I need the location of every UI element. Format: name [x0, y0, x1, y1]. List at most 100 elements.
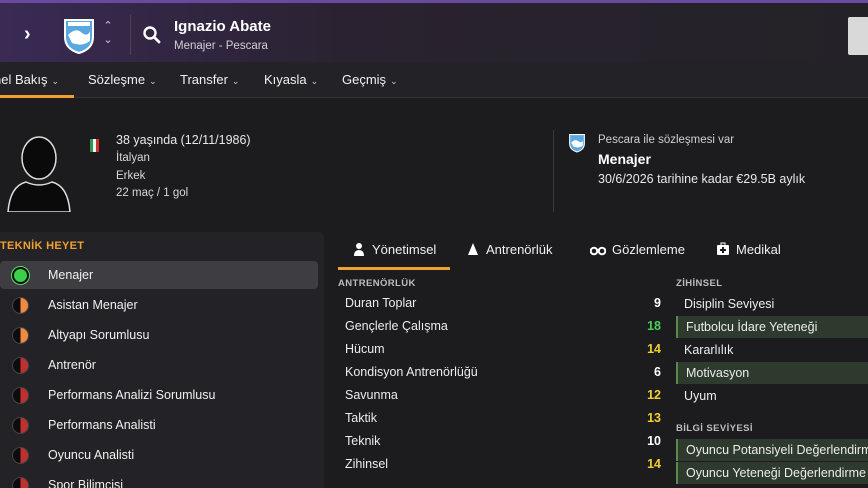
tab-medical[interactable]: Medikal	[716, 242, 781, 257]
attribute-name: Kararlılık	[684, 343, 734, 357]
games-text: 22 maç / 1 gol	[116, 187, 189, 199]
top-bar: › ⌃ ⌄ Ignazio Abate Menajer - Pescara	[0, 0, 868, 62]
status-indicator-icon	[12, 447, 29, 464]
divider	[130, 15, 131, 55]
tab-overview[interactable]: nel Bakış⌄	[0, 72, 59, 87]
attribute-name: Oyuncu Yeteneği Değerlendirme	[686, 466, 866, 480]
tab-history[interactable]: Geçmiş ⌄	[342, 72, 398, 87]
attribute-name: Savunma	[345, 388, 398, 402]
staff-list-item[interactable]: Asistan Menajer	[0, 291, 318, 319]
medical-kit-icon	[716, 242, 730, 256]
attribute-name: Disiplin Seviyesi	[684, 297, 775, 311]
attribute-row[interactable]: Zihinsel 14	[345, 454, 663, 476]
attribute-row[interactable]: Gençlerle Çalışma 18	[345, 316, 663, 338]
divider	[553, 130, 554, 212]
staff-list-item[interactable]: Performans Analizi Sorumlusu	[0, 381, 318, 409]
status-indicator-icon	[12, 267, 29, 284]
attribute-value: 12	[647, 388, 661, 402]
staff-role-label: Spor Bilimcisi	[48, 478, 124, 488]
manager-icon	[352, 242, 366, 256]
club-crest-icon[interactable]	[568, 133, 586, 153]
contract-until: 30/6/2026 tarihine kadar €29.5B aylık	[598, 172, 806, 186]
attribute-value: 14	[647, 457, 661, 471]
attribute-name: Duran Toplar	[345, 296, 417, 310]
club-kit-icon[interactable]	[848, 17, 868, 55]
staff-role-label: Asistan Menajer	[48, 298, 138, 312]
chevron-down-icon: ⌄	[310, 76, 319, 86]
status-indicator-icon	[12, 417, 29, 434]
search-icon[interactable]	[142, 25, 162, 45]
staff-list-item[interactable]: Spor Bilimcisi	[0, 471, 318, 488]
chevron-down-icon: ⌄	[231, 76, 240, 86]
status-indicator-icon	[12, 387, 29, 404]
staff-role-label: Altyapı Sorumlusu	[48, 328, 150, 342]
attribute-row[interactable]: Duran Toplar 9	[345, 293, 663, 315]
contract-label: Pescara ile sözleşmesi var	[598, 134, 735, 146]
person-name: Ignazio Abate	[174, 18, 271, 35]
tab-managerial[interactable]: Yönetimsel	[352, 242, 436, 257]
attribute-row[interactable]: Kararlılık	[676, 339, 868, 361]
tab-scouting[interactable]: Gözlemleme	[589, 242, 685, 257]
up-down-arrows-icon[interactable]: ⌃ ⌄	[101, 19, 115, 51]
attribute-value: 18	[647, 319, 661, 333]
attribute-name: Oyuncu Potansiyeli Değerlendirm	[686, 443, 868, 457]
status-indicator-icon	[12, 327, 29, 344]
attribute-row[interactable]: Hücum 14	[345, 339, 663, 361]
attribute-name: Zihinsel	[345, 457, 389, 471]
attribute-row[interactable]: Uyum	[676, 385, 868, 407]
section-title-mental: ZİHİNSEL	[676, 278, 723, 289]
gender-text: Erkek	[116, 170, 146, 182]
staff-list-item[interactable]: Performans Analisti	[0, 411, 318, 439]
attribute-row[interactable]: Oyuncu Potansiyeli Değerlendirm	[676, 439, 868, 461]
staff-list-item[interactable]: Menajer	[0, 261, 318, 289]
attribute-row[interactable]: Teknik 10	[345, 431, 663, 453]
avatar	[6, 130, 72, 213]
staff-role-label: Menajer	[48, 268, 94, 282]
section-title-coaching: ANTRENÖRLÜK	[338, 278, 416, 289]
tabs-bar: nel Bakış⌄ Sözleşme⌄ Transfer⌄ Kıyasla⌄ …	[0, 62, 868, 98]
attribute-value: 6	[654, 365, 661, 379]
attribute-name: Teknik	[345, 434, 381, 448]
tab-transfer[interactable]: Transfer ⌄	[180, 72, 239, 87]
tab-coaching[interactable]: Antrenörlük	[466, 242, 552, 257]
attribute-value: 14	[647, 342, 661, 356]
attribute-row[interactable]: Taktik 13	[345, 408, 663, 430]
attribute-row[interactable]: Savunma 12	[345, 385, 663, 407]
tab-contract[interactable]: Sözleşme ⌄	[88, 72, 157, 87]
attribute-row[interactable]: Motivasyon	[676, 362, 868, 384]
attribute-row[interactable]: Futbolcu İdare Yeteneği	[676, 316, 868, 338]
cone-icon	[466, 242, 480, 256]
binoculars-icon	[589, 242, 607, 256]
staff-list-item[interactable]: Altyapı Sorumlusu	[0, 321, 318, 349]
age-text: 38 yaşında (12/11/1986)	[116, 133, 251, 147]
attribute-row[interactable]: Oyuncu Yeteneği Değerlendirme	[676, 462, 868, 484]
attribute-name: Kondisyon Antrenörlüğü	[345, 365, 478, 379]
staff-role-label: Antrenör	[48, 358, 96, 372]
italy-flag-icon	[90, 139, 99, 152]
active-tab-indicator	[338, 267, 450, 270]
attribute-name: Motivasyon	[686, 366, 750, 380]
attribute-row[interactable]: Kondisyon Antrenörlüğü 6	[345, 362, 663, 384]
forward-arrow-icon[interactable]: ›	[24, 23, 42, 47]
active-tab-indicator	[0, 95, 74, 98]
club-crest-icon[interactable]	[62, 17, 96, 55]
tab-compare[interactable]: Kıyasla ⌄	[264, 72, 318, 87]
section-title-knowledge: BİLGİ SEVİYESİ	[676, 423, 753, 434]
staff-list-item[interactable]: Oyuncu Analisti	[0, 441, 318, 469]
staff-role-label: Performans Analizi Sorumlusu	[48, 388, 216, 402]
attribute-name: Taktik	[345, 411, 377, 425]
chevron-down-icon: ⌄	[149, 76, 157, 86]
attribute-row[interactable]: Disiplin Seviyesi	[676, 293, 868, 315]
status-indicator-icon	[12, 297, 29, 314]
status-indicator-icon	[12, 477, 29, 488]
attribute-value: 9	[654, 296, 661, 310]
chevron-down-icon: ⌄	[390, 76, 398, 86]
attribute-name: Uyum	[684, 389, 717, 403]
status-indicator-icon	[12, 357, 29, 374]
nationality-text: İtalyan	[116, 152, 150, 164]
attribute-value: 13	[647, 411, 661, 425]
attribute-value: 10	[647, 434, 661, 448]
attribute-name: Futbolcu İdare Yeteneği	[686, 320, 818, 334]
staff-list-item[interactable]: Antrenör	[0, 351, 318, 379]
person-subtitle: Menajer - Pescara	[174, 40, 268, 52]
